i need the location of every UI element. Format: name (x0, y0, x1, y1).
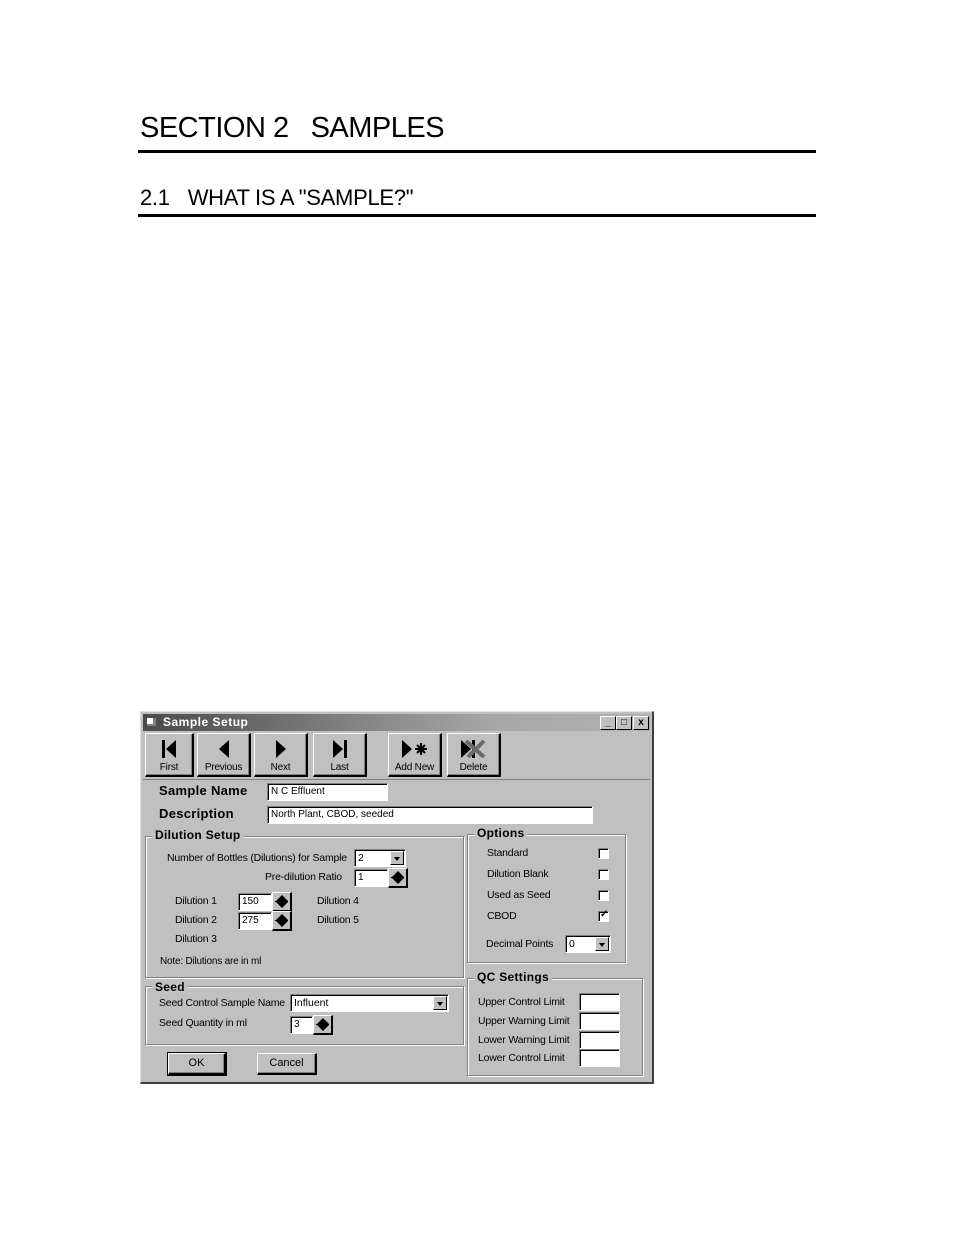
subsection-title: WHAT IS A "SAMPLE?" (187, 185, 414, 210)
dilution-blank-label: Dilution Blank (487, 868, 549, 880)
dilution-note: Note: Dilutions are in ml (160, 956, 262, 967)
last-record-icon (332, 740, 347, 758)
record-toolbar: First Previous Next Last Add New Delete (143, 732, 650, 780)
dilution-1-spinner[interactable] (272, 892, 292, 912)
title-bar[interactable]: Sample Setup _ □ x (143, 714, 650, 731)
seed-title: Seed (152, 980, 188, 994)
standard-label: Standard (487, 847, 529, 859)
cbod-label: CBOD (487, 910, 517, 922)
dilution-1-input[interactable]: 150 (238, 893, 272, 911)
used-as-seed-label: Used as Seed (487, 889, 551, 901)
first-button[interactable]: First (145, 733, 194, 777)
dilution-setup-title: Dilution Setup (152, 828, 244, 842)
seed-control-value: Influent (294, 997, 329, 1009)
subsection-number: 2.1 (140, 185, 170, 210)
section-heading: SECTION 2 SAMPLES (140, 112, 445, 145)
cancel-button[interactable]: Cancel (257, 1053, 317, 1075)
upper-warning-limit-input[interactable] (579, 1012, 620, 1030)
dilution-4-label: Dilution 4 (317, 895, 359, 907)
maximize-button[interactable]: □ (616, 716, 632, 730)
lower-warning-limit-label: Lower Warning Limit (478, 1034, 570, 1046)
add-new-icon (401, 740, 427, 758)
previous-label: Previous (204, 762, 243, 773)
lower-control-limit-label: Lower Control Limit (478, 1052, 565, 1064)
decimal-points-select[interactable]: 0 (565, 935, 611, 953)
subsection-heading: 2.1 WHAT IS A "SAMPLE?" (140, 185, 414, 211)
dilution-setup-group: Dilution Setup Number of Bottles (Diluti… (145, 828, 464, 978)
standard-checkbox[interactable] (598, 848, 609, 859)
qc-settings-title: QC Settings (474, 970, 552, 984)
sample-name-label: Sample Name (159, 783, 248, 798)
cbod-checkbox[interactable] (598, 909, 609, 922)
subsection-rule (138, 214, 816, 217)
qc-settings-group: QC Settings Upper Control Limit Upper Wa… (467, 970, 643, 1076)
previous-record-icon (218, 740, 229, 758)
used-as-seed-checkbox[interactable] (598, 890, 609, 901)
upper-control-limit-label: Upper Control Limit (478, 996, 565, 1008)
last-label: Last (330, 762, 349, 773)
seed-group: Seed Seed Control Sample Name Influent S… (145, 980, 464, 1045)
lower-warning-limit-input[interactable] (579, 1031, 620, 1049)
decimal-points-value: 0 (569, 938, 575, 950)
decimal-points-label: Decimal Points (486, 938, 554, 950)
dilution-2-input[interactable]: 275 (238, 912, 272, 930)
dilution-2-spinner[interactable] (272, 911, 292, 931)
lower-control-limit-input[interactable] (579, 1049, 620, 1067)
delete-icon (460, 740, 485, 758)
section-number: SECTION 2 (140, 112, 289, 144)
add-new-button[interactable]: Add New (388, 733, 442, 777)
dilution-5-label: Dilution 5 (317, 914, 359, 926)
minimize-button[interactable]: _ (600, 716, 616, 730)
seed-quantity-label: Seed Quantity in ml (159, 1017, 247, 1029)
dialog-title: Sample Setup (163, 715, 249, 729)
next-label: Next (270, 762, 291, 773)
app-icon (147, 718, 156, 726)
seed-quantity-input[interactable]: 3 (290, 1016, 313, 1034)
section-rule (138, 150, 816, 153)
upper-warning-limit-label: Upper Warning Limit (478, 1015, 570, 1027)
close-button[interactable]: x (633, 716, 649, 730)
last-button[interactable]: Last (313, 733, 367, 777)
description-input[interactable]: North Plant, CBOD, seeded (267, 806, 593, 824)
options-group: Options Standard Dilution Blank Used as … (467, 826, 626, 963)
chevron-down-icon[interactable] (390, 851, 404, 865)
first-record-icon (162, 740, 176, 758)
upper-control-limit-input[interactable] (579, 993, 620, 1011)
options-title: Options (474, 826, 528, 840)
predilution-spinner[interactable] (388, 868, 408, 888)
dilution-blank-checkbox[interactable] (598, 869, 609, 880)
predilution-label: Pre-dilution Ratio (265, 871, 342, 883)
ok-button[interactable]: OK (167, 1052, 227, 1076)
bottles-select[interactable]: 2 (354, 849, 406, 867)
chevron-down-icon[interactable] (595, 937, 609, 951)
chevron-down-icon[interactable] (433, 996, 447, 1010)
section-title: SAMPLES (310, 112, 445, 144)
seed-control-label: Seed Control Sample Name (159, 997, 285, 1009)
sample-name-input[interactable]: N C Effluent (267, 783, 388, 801)
delete-button[interactable]: Delete (447, 733, 501, 777)
bottles-value: 2 (358, 852, 364, 864)
bottles-label: Number of Bottles (Dilutions) for Sample (167, 852, 347, 864)
dilution-3-label: Dilution 3 (175, 933, 217, 945)
next-button[interactable]: Next (254, 733, 308, 777)
next-record-icon (275, 740, 286, 758)
dilution-2-label: Dilution 2 (175, 914, 217, 926)
dilution-1-label: Dilution 1 (175, 895, 217, 907)
delete-label: Delete (459, 762, 488, 773)
predilution-input[interactable]: 1 (354, 869, 388, 887)
sample-setup-dialog: Sample Setup _ □ x First Previous Next L… (140, 711, 654, 1084)
seed-quantity-spinner[interactable] (313, 1015, 333, 1035)
previous-button[interactable]: Previous (197, 733, 251, 777)
seed-control-select[interactable]: Influent (290, 994, 449, 1012)
first-label: First (159, 762, 179, 773)
add-new-label: Add New (394, 762, 435, 773)
description-label: Description (159, 806, 234, 821)
